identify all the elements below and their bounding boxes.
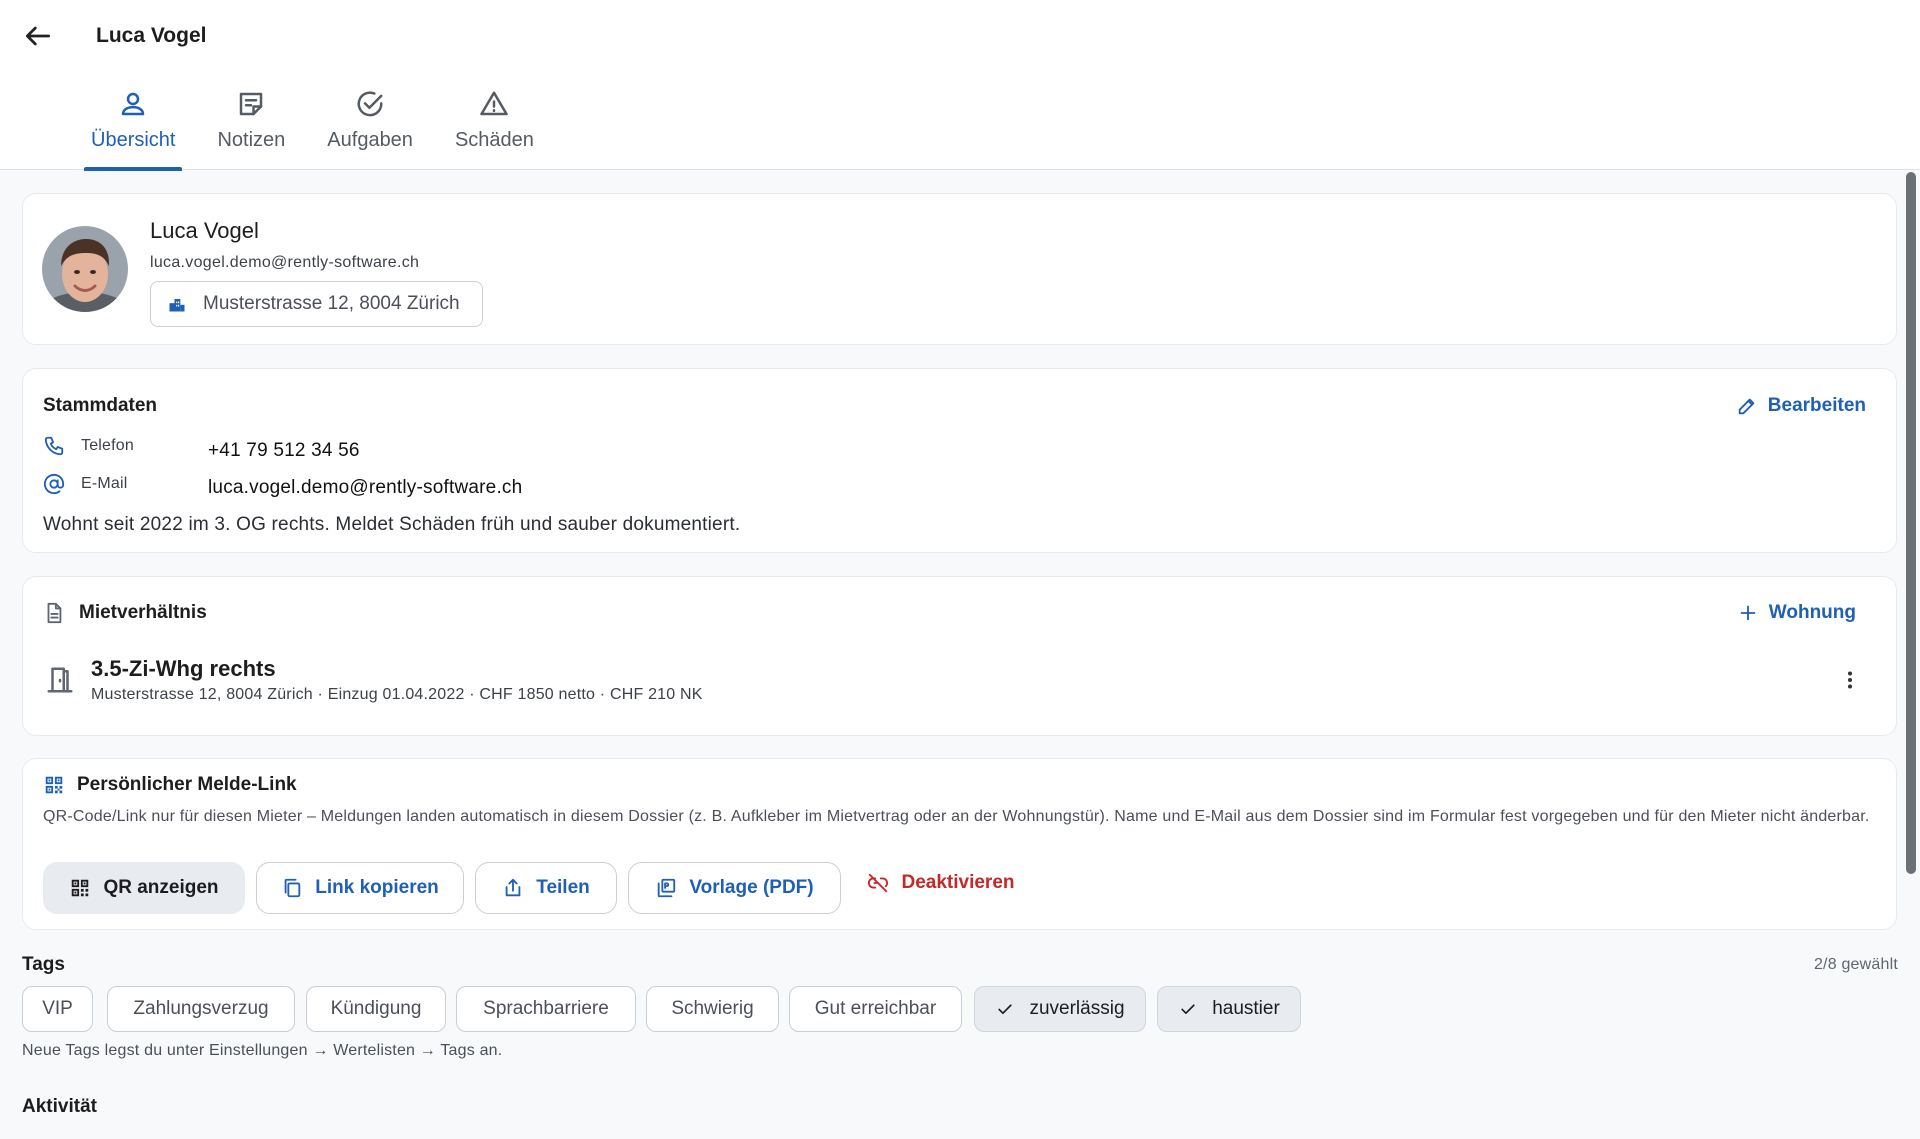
phone-label-text: Telefon: [81, 437, 134, 454]
share-icon: [505, 878, 521, 897]
tenant-email: luca.vogel.demo@rently-software.ch: [150, 254, 420, 271]
deactivate-label: Deaktivieren: [901, 872, 1015, 893]
report-link-card: Persönlicher Melde-Link QR-Code/Link nur…: [22, 758, 1897, 930]
tag-label: Schwierig: [671, 998, 754, 1019]
check-icon: [1181, 1004, 1195, 1014]
avatar: [42, 226, 128, 312]
pdf-icon: [658, 878, 676, 898]
unit-details: Musterstrasse 12, 8004 Zürich · Einzug 0…: [91, 686, 703, 703]
address-chip[interactable]: Musterstrasse 12, 8004 Zürich: [150, 281, 483, 327]
share-button[interactable]: Teilen: [475, 862, 617, 914]
person-icon: [121, 92, 145, 116]
email-label: E-Mail: [43, 473, 128, 495]
more-vertical-icon[interactable]: [1838, 668, 1862, 692]
tag-chip-selected[interactable]: haustier: [1157, 986, 1301, 1032]
share-label: Teilen: [536, 877, 590, 898]
check-circle-icon: [357, 91, 383, 117]
tab-label: Übersicht: [91, 129, 176, 151]
qr-code-icon: [45, 776, 63, 794]
show-qr-button[interactable]: QR anzeigen: [43, 862, 245, 914]
show-qr-label: QR anzeigen: [103, 877, 219, 898]
add-apartment-label: Wohnung: [1768, 602, 1856, 623]
building-icon: [169, 299, 185, 312]
tag-label: haustier: [1212, 998, 1280, 1019]
unit-title[interactable]: 3.5-Zi-Whg rechts: [91, 656, 276, 682]
edit-button[interactable]: Bearbeiten: [1736, 395, 1866, 417]
tag-label: Sprachbarriere: [483, 998, 609, 1019]
tag-label: zuverlässig: [1029, 998, 1125, 1019]
copy-icon: [284, 878, 301, 898]
top-app-bar: Luca Vogel Übersicht Notizen Aufgaben Sc…: [0, 0, 1920, 171]
tag-chip[interactable]: Gut erreichbar: [789, 986, 962, 1032]
arrow-left-icon[interactable]: [22, 20, 54, 52]
tab-schaeden[interactable]: Schäden: [448, 86, 541, 170]
report-link-header: Persönlicher Melde-Link: [43, 774, 297, 796]
tag-label: Kündigung: [330, 998, 422, 1019]
edit-label: Bearbeiten: [1767, 395, 1866, 416]
tags-hint: Neue Tags legst du unter Einstellungen →…: [22, 1042, 503, 1059]
tag-chip-selected[interactable]: zuverlässig: [974, 986, 1146, 1032]
phone-value[interactable]: +41 79 512 34 56: [208, 440, 360, 462]
tenant-note: Wohnt seit 2022 im 3. OG rechts. Meldet …: [43, 514, 741, 535]
tab-uebersicht[interactable]: Übersicht: [84, 86, 183, 171]
tag-label: Gut erreichbar: [814, 998, 937, 1019]
door-icon: [47, 667, 73, 693]
report-link-description: QR-Code/Link nur für diesen Mieter – Mel…: [43, 808, 1870, 825]
at-sign-icon: [43, 473, 65, 495]
add-apartment-button[interactable]: Wohnung: [1737, 602, 1856, 624]
tag-chip[interactable]: Sprachbarriere: [456, 986, 636, 1032]
warning-icon: [480, 91, 509, 116]
tenancy-card: Mietverhältnis Wohnung 3.5-Zi-Whg rechts…: [22, 576, 1897, 736]
template-pdf-button[interactable]: Vorlage (PDF): [628, 862, 841, 914]
tab-bar: Übersicht Notizen Aufgaben Schäden: [84, 86, 569, 171]
tenant-name: Luca Vogel: [150, 218, 259, 243]
tag-chip[interactable]: Kündigung: [306, 986, 446, 1032]
plus-icon: [1740, 605, 1756, 621]
tags-selected-count: 2/8 gewählt: [1813, 956, 1898, 973]
section-title: Stammdaten: [43, 395, 158, 416]
tag-label: Zahlungsverzug: [133, 998, 269, 1019]
tags-title: Tags: [22, 954, 65, 975]
tab-aufgaben[interactable]: Aufgaben: [320, 86, 420, 170]
document-icon: [47, 602, 62, 624]
tag-label: VIP: [42, 998, 73, 1019]
section-title: Persönlicher Melde-Link: [77, 774, 297, 795]
page-title: Luca Vogel: [96, 24, 207, 47]
tab-label: Aufgaben: [327, 129, 413, 151]
pencil-icon: [1738, 398, 1755, 415]
scrollbar-thumb[interactable]: [1906, 172, 1916, 874]
activity-title: Aktivität: [22, 1096, 97, 1117]
profile-card: Luca Vogel luca.vogel.demo@rently-softwa…: [22, 193, 1897, 345]
template-pdf-label: Vorlage (PDF): [689, 877, 814, 898]
tenancy-header: Mietverhältnis: [43, 602, 207, 624]
section-title: Mietverhältnis: [79, 602, 207, 623]
note-icon: [240, 92, 263, 116]
phone-icon: [44, 436, 64, 456]
avatar-image: [42, 226, 128, 312]
tab-label: Notizen: [217, 129, 286, 151]
qr-code-icon: [72, 879, 89, 897]
tag-chip[interactable]: Zahlungsverzug: [107, 986, 295, 1032]
tab-notizen[interactable]: Notizen: [210, 86, 292, 170]
master-data-card: Stammdaten Bearbeiten Telefon +41 79 512…: [22, 368, 1897, 553]
email-value[interactable]: luca.vogel.demo@rently-software.ch: [208, 477, 522, 499]
copy-link-label: Link kopieren: [315, 877, 439, 898]
tab-label: Schäden: [454, 129, 534, 151]
link-off-icon: [868, 873, 889, 893]
phone-label: Telefon: [43, 435, 134, 457]
tag-chip[interactable]: Schwierig: [646, 986, 779, 1032]
deactivate-button[interactable]: Deaktivieren: [861, 857, 1021, 909]
address-text: Musterstrasse 12, 8004 Zürich: [203, 293, 460, 314]
email-label-text: E-Mail: [81, 475, 128, 492]
tag-chip[interactable]: VIP: [22, 986, 93, 1032]
copy-link-button[interactable]: Link kopieren: [256, 862, 464, 914]
check-icon: [998, 1004, 1013, 1014]
